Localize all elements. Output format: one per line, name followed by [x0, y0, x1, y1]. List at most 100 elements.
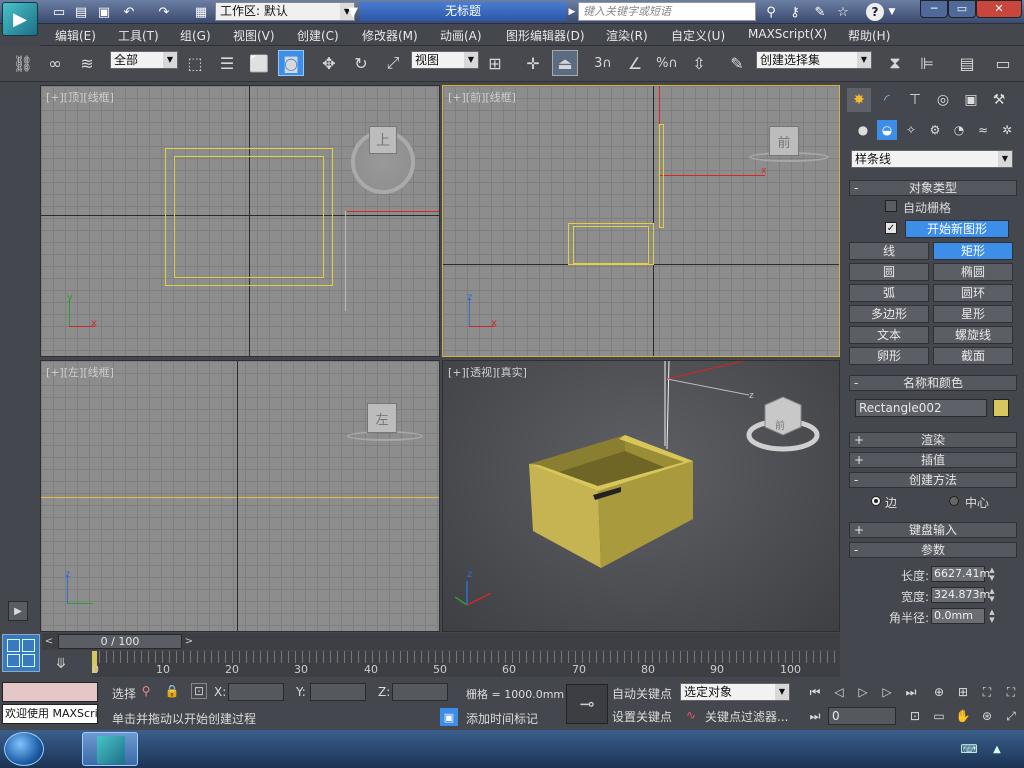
- start-new-shape-checkbox[interactable]: ✓: [885, 222, 897, 234]
- viewport-perspective[interactable]: z 前 z [+][透视][真实]: [442, 360, 840, 632]
- motion-tab-icon[interactable]: ◎: [931, 88, 955, 112]
- menu-graph-editors[interactable]: 图形编辑器(D): [506, 27, 585, 44]
- link-icon[interactable]: ⛓: [10, 50, 36, 76]
- menu-modifiers[interactable]: 修改器(M): [362, 27, 418, 44]
- unlink-icon[interactable]: ∞: [42, 50, 68, 76]
- pivot-center-icon[interactable]: ⊞: [482, 50, 508, 76]
- key-mode-toggle-icon[interactable]: ⏭: [806, 707, 824, 725]
- x-coordinate-field[interactable]: [228, 683, 284, 701]
- shape-button-helix[interactable]: 螺旋线: [933, 326, 1013, 344]
- next-key-icon[interactable]: ▷: [878, 683, 896, 701]
- shape-button-circle[interactable]: 圆: [849, 263, 929, 281]
- key-filters-button[interactable]: 关键点过滤器...: [705, 708, 788, 725]
- rollout-parameters[interactable]: - 参数: [849, 542, 1017, 558]
- zoom-extents-all-icon[interactable]: ⛶: [1002, 683, 1020, 701]
- zoom-all-icon[interactable]: ⊞: [954, 683, 972, 701]
- pan-hand-icon[interactable]: ✋: [954, 707, 972, 725]
- go-to-start-icon[interactable]: ⏮: [806, 683, 824, 701]
- keyboard-tray-icon[interactable]: ⌨: [960, 740, 978, 758]
- shape-button-star[interactable]: 星形: [933, 305, 1013, 323]
- viewport-top[interactable]: 上 y x [+][顶][线框]: [40, 85, 440, 357]
- menu-create[interactable]: 创建(C): [297, 27, 339, 44]
- time-config-icon[interactable]: ⊡: [906, 707, 924, 725]
- selection-filter-select[interactable]: 全部 ▼: [110, 51, 178, 69]
- rotate-icon[interactable]: ↻: [348, 50, 374, 76]
- y-coordinate-field[interactable]: [310, 683, 366, 701]
- menu-views[interactable]: 视图(V): [233, 27, 275, 44]
- time-slider-thumb[interactable]: 0 / 100: [58, 634, 182, 649]
- viewport-label[interactable]: [+][透视][真实]: [448, 364, 527, 380]
- search-input[interactable]: 键入关键字或短语: [578, 2, 756, 21]
- shape-side-outline[interactable]: [659, 124, 664, 228]
- object-color-swatch[interactable]: [993, 399, 1009, 417]
- new-file-icon[interactable]: ▭: [50, 3, 68, 21]
- shapes-icon[interactable]: ◒: [877, 120, 897, 140]
- reference-coordinate-select[interactable]: 视图 ▼: [411, 51, 479, 69]
- redo-icon[interactable]: ↷: [155, 3, 173, 21]
- absolute-mode-icon[interactable]: ⊡: [191, 683, 207, 699]
- menu-help[interactable]: 帮助(H): [848, 27, 890, 44]
- rollout-creation-method[interactable]: - 创建方法: [849, 472, 1017, 488]
- systems-icon[interactable]: ✲: [997, 120, 1017, 140]
- shape-button-ellipse[interactable]: 椭圆: [933, 263, 1013, 281]
- layer-manager-icon[interactable]: ▤: [954, 50, 980, 76]
- menu-edit[interactable]: 编辑(E): [55, 27, 96, 44]
- orbit-icon[interactable]: ⊛: [978, 707, 996, 725]
- window-crossing-icon[interactable]: ◙: [278, 50, 304, 76]
- viewcube[interactable]: 前: [769, 126, 799, 156]
- isolate-icon[interactable]: ⚲: [138, 683, 154, 699]
- subscription-icon[interactable]: ✎: [811, 3, 829, 21]
- shape-button-egg[interactable]: 卵形: [849, 347, 929, 365]
- rollout-name-color[interactable]: - 名称和颜色: [849, 375, 1017, 391]
- menu-customize[interactable]: 自定义(U): [671, 27, 725, 44]
- modify-tab-icon[interactable]: ◜: [875, 88, 899, 112]
- keyboard-shortcut-override-icon[interactable]: ⏏: [552, 50, 578, 76]
- play-arrow-icon[interactable]: ▶: [566, 3, 578, 21]
- align-icon[interactable]: ⊫: [914, 50, 940, 76]
- start-new-shape-button[interactable]: 开始新图形: [905, 220, 1009, 238]
- app-logo-icon[interactable]: ▶: [2, 2, 38, 36]
- create-tab-icon[interactable]: ✸: [847, 88, 871, 112]
- rollout-keyboard-entry[interactable]: + 键盘输入: [849, 522, 1017, 538]
- helpers-icon[interactable]: ◔: [949, 120, 969, 140]
- play-icon[interactable]: ▷: [854, 683, 872, 701]
- bind-spacewarp-icon[interactable]: ≋: [74, 50, 100, 76]
- time-tag-icon[interactable]: ▣: [440, 708, 458, 726]
- add-time-tag[interactable]: 添加时间标记: [466, 710, 538, 727]
- viewport-front[interactable]: x 前 z x [+][前][线框]: [442, 85, 840, 357]
- auto-key-button[interactable]: 自动关键点: [612, 685, 672, 702]
- rectangle-inner-outline[interactable]: [174, 156, 324, 278]
- snaps-toggle-icon[interactable]: 3 ∩: [590, 50, 616, 76]
- viewcube[interactable]: 左: [367, 403, 397, 433]
- tray-expand-icon[interactable]: ▲: [990, 740, 1004, 758]
- geometry-icon[interactable]: ●: [853, 120, 873, 140]
- viewport-layout-icon[interactable]: [2, 634, 40, 672]
- viewport-label[interactable]: [+][顶][线框]: [46, 89, 114, 105]
- lights-icon[interactable]: ✧: [901, 120, 921, 140]
- rectangular-selection-icon[interactable]: ⬜: [246, 50, 272, 76]
- next-frame-icon[interactable]: >: [182, 633, 196, 650]
- shape-button-line[interactable]: 线: [849, 242, 929, 260]
- spacewarps-icon[interactable]: ≈: [973, 120, 993, 140]
- menu-tools[interactable]: 工具(T): [118, 27, 159, 44]
- save-icon[interactable]: ▣: [95, 3, 113, 21]
- maxscript-listener-red[interactable]: [2, 682, 98, 702]
- menu-rendering[interactable]: 渲染(R): [606, 27, 648, 44]
- shape-category-select[interactable]: 样条线 ▼: [851, 150, 1013, 168]
- select-by-name-icon[interactable]: ☰: [214, 50, 240, 76]
- project-folder-icon[interactable]: ▦: [192, 3, 210, 21]
- mirror-icon[interactable]: ⧗: [882, 50, 908, 76]
- zoom-extents-icon[interactable]: ⛶: [978, 683, 996, 701]
- viewport-label[interactable]: [+][左][线框]: [46, 364, 114, 380]
- menu-maxscript[interactable]: MAXScript(X): [748, 27, 827, 41]
- close-button[interactable]: ✕: [976, 0, 1022, 18]
- hierarchy-tab-icon[interactable]: ⊤: [903, 88, 927, 112]
- track-bar[interactable]: 0 10 20 30 40 50 60 70 80 90 100: [92, 651, 840, 677]
- spinner-arrows-icon[interactable]: ▲ ▼: [987, 608, 997, 624]
- autogrid-checkbox[interactable]: [885, 200, 897, 212]
- scale-icon[interactable]: ⤢: [380, 50, 406, 76]
- named-selection-select[interactable]: 创建选择集 ▼: [756, 51, 872, 69]
- graphite-toolbar-icon[interactable]: ▭: [990, 50, 1016, 76]
- taskbar-app-3dsmax[interactable]: [82, 732, 138, 766]
- ground-line[interactable]: [41, 497, 439, 498]
